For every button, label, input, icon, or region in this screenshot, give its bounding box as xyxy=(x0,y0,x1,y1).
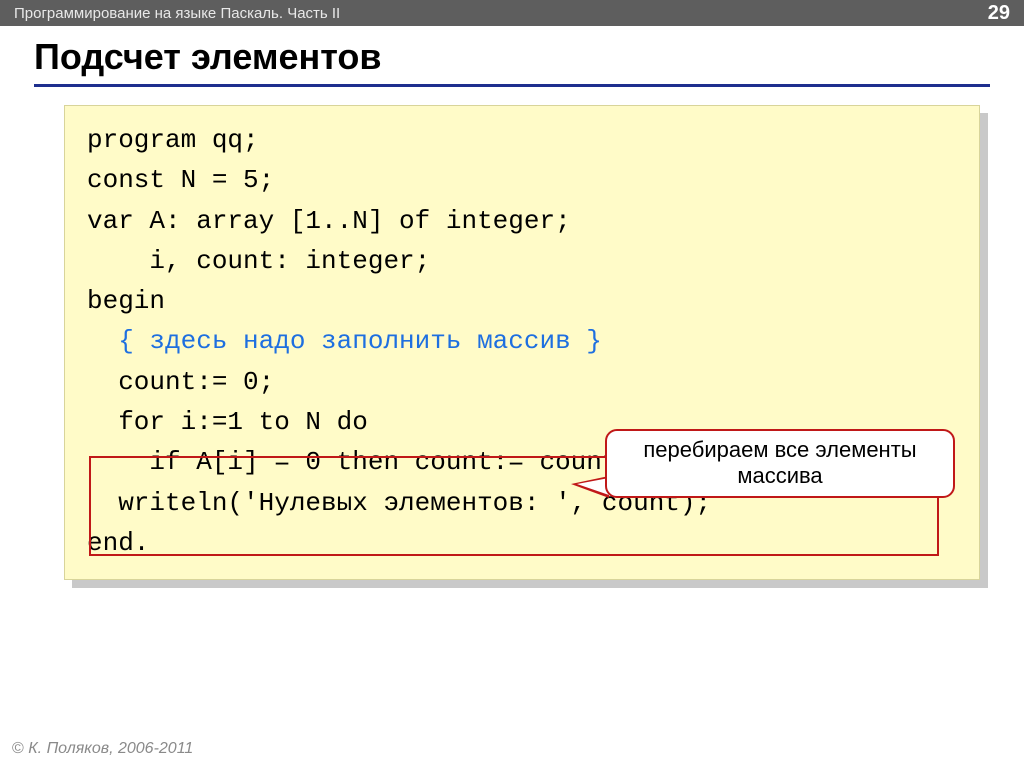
code-line: count:= 0; xyxy=(87,362,957,402)
callout-bubble: перебираем все элементы массива xyxy=(605,429,955,498)
page-number: 29 xyxy=(988,2,1010,25)
code-line: i, count: integer; xyxy=(87,241,957,281)
slide-content: Подсчет элементов program qq; const N = … xyxy=(0,26,1024,580)
code-line: begin xyxy=(87,281,957,321)
header-bar: Программирование на языке Паскаль. Часть… xyxy=(0,0,1024,26)
footer-text: К. Поляков, 2006-2011 xyxy=(24,740,194,757)
copyright-symbol: © xyxy=(12,740,24,757)
code-block: program qq; const N = 5; var A: array [1… xyxy=(64,105,980,580)
code-comment: { здесь надо заполнить массив } xyxy=(87,321,957,361)
slide-title: Подсчет элементов xyxy=(34,36,990,87)
code-container: program qq; const N = 5; var A: array [1… xyxy=(64,105,980,580)
code-line: var A: array [1..N] of integer; xyxy=(87,201,957,241)
footer: © К. Поляков, 2006-2011 xyxy=(12,740,193,758)
code-line: end. xyxy=(87,523,957,563)
header-subtitle: Программирование на языке Паскаль. Часть… xyxy=(14,5,340,22)
code-line: program qq; xyxy=(87,120,957,160)
code-line: const N = 5; xyxy=(87,160,957,200)
